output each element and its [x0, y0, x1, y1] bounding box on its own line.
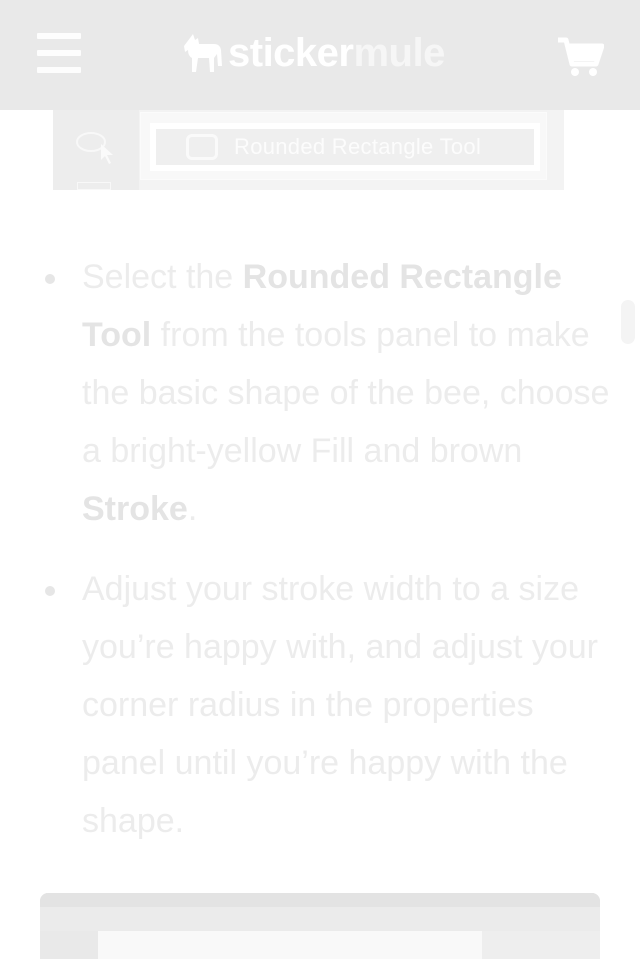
brand-name-sticker: sticker [228, 30, 354, 75]
tool-swatch [77, 182, 111, 190]
window-titlebar [40, 893, 600, 907]
properties-panel [482, 931, 600, 959]
article-content: Select the Rounded Rectangle Tool from t… [0, 248, 640, 872]
brand-logo[interactable]: sticker mule [180, 30, 445, 76]
lasso-cursor-icon [76, 132, 113, 164]
list-item: Select the Rounded Rectangle Tool from t… [0, 248, 640, 538]
site-header: sticker mule [0, 0, 640, 110]
control-toolbar [40, 907, 600, 931]
illustrator-screenshot-bottom [40, 893, 600, 959]
mule-logo-icon [184, 34, 222, 72]
tool-flyout: Rounded Rectangle Tool [140, 112, 547, 180]
hamburger-icon[interactable] [37, 33, 81, 73]
list-item: Adjust your stroke width to a size you’r… [0, 560, 640, 850]
tool-label: Rounded Rectangle Tool [234, 134, 482, 159]
bold-stroke: Stroke [82, 490, 188, 528]
page: sticker mule Rounded Rectangle Tool Sele… [0, 0, 640, 959]
brand-name-mule: mule [353, 30, 445, 75]
tools-panel [40, 931, 98, 959]
instruction-list: Select the Rounded Rectangle Tool from t… [0, 248, 640, 850]
cart-icon[interactable] [556, 36, 605, 83]
rounded-rectangle-tool-item: Rounded Rectangle Tool [150, 123, 540, 171]
rounded-rectangle-icon [186, 134, 218, 160]
artboard [98, 931, 482, 959]
